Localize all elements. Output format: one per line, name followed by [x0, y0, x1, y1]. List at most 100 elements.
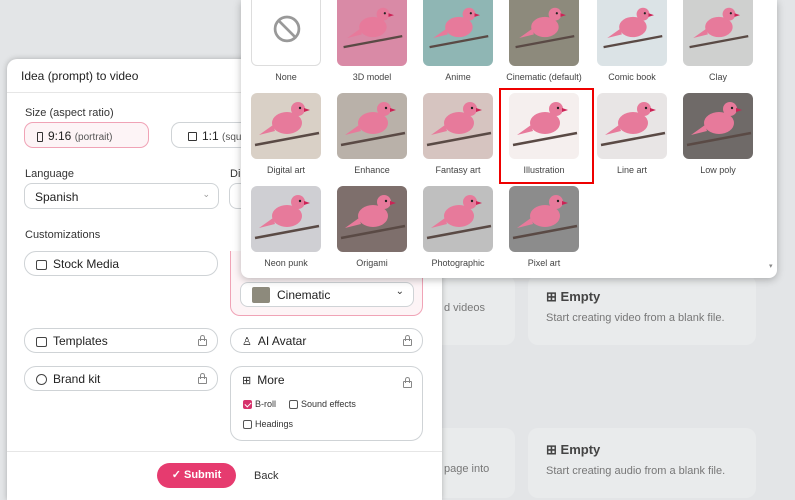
- checkbox-checked-icon: [243, 400, 252, 410]
- bird-illustration: [426, 195, 492, 240]
- style-label: Digital art: [266, 165, 305, 175]
- style-tile[interactable]: [251, 93, 321, 159]
- lock-icon: [403, 377, 412, 388]
- bird-illustration: [426, 102, 492, 147]
- person-icon: ♙: [242, 336, 252, 349]
- style-tile[interactable]: [597, 0, 667, 66]
- lock-icon: [198, 334, 207, 346]
- style-tile[interactable]: [509, 0, 579, 66]
- broll-checkbox[interactable]: B-roll: [243, 399, 277, 410]
- size-ratio: 1:1: [202, 129, 219, 143]
- selected-style-highlight: [499, 88, 594, 184]
- square-icon: [188, 132, 197, 142]
- bird-illustration: [343, 7, 403, 49]
- style-label: Clay: [708, 72, 727, 82]
- bird-illustration: [340, 195, 406, 240]
- language-select[interactable]: Spanish ⌄: [24, 183, 219, 209]
- style-label: Low poly: [700, 165, 736, 175]
- style-tile[interactable]: [683, 93, 753, 159]
- lock-icon: [198, 372, 207, 384]
- check-icon: ✓: [171, 469, 184, 481]
- style-tile[interactable]: [251, 186, 321, 252]
- back-button[interactable]: Back: [254, 470, 278, 482]
- templates-label: Templates: [53, 334, 108, 348]
- image-icon: [36, 259, 47, 270]
- style-label: Pixel art: [527, 258, 561, 268]
- style-label: Enhance: [354, 165, 390, 175]
- size-label: Size (aspect ratio): [25, 107, 114, 119]
- bird-illustration: [603, 7, 663, 49]
- language-value: Spanish: [35, 190, 79, 204]
- plus-square-icon: ⊞: [546, 289, 557, 304]
- bird-illustration: [254, 102, 320, 147]
- headings-label: Headings: [255, 419, 294, 429]
- style-tile[interactable]: [337, 93, 407, 159]
- style-label: Fantasy art: [435, 165, 481, 175]
- submit-button[interactable]: ✓ Submit: [157, 463, 236, 488]
- style-tile[interactable]: [423, 93, 493, 159]
- card-title: Empty: [560, 289, 601, 304]
- checkbox-icon: [289, 400, 298, 410]
- card-title: Empty: [560, 442, 601, 457]
- style-tile[interactable]: [337, 186, 407, 252]
- submit-label: Submit: [184, 469, 222, 481]
- language-label: Language: [25, 168, 74, 180]
- style-thumbnail: [252, 287, 270, 303]
- style-label: Line art: [616, 165, 648, 175]
- sound-effects-checkbox[interactable]: Sound effects: [289, 399, 356, 410]
- lock-icon: [403, 334, 412, 346]
- style-label: Anime: [445, 72, 471, 82]
- no-style-icon: [273, 15, 301, 43]
- style-label: Origami: [356, 258, 388, 268]
- size-option-portrait[interactable]: 9:16 (portrait): [24, 122, 149, 148]
- broll-label: B-roll: [255, 399, 277, 409]
- bird-illustration: [600, 102, 666, 147]
- scroll-down-icon[interactable]: ▾: [769, 262, 773, 270]
- style-select[interactable]: Cinematic ⌄: [240, 282, 414, 307]
- plus-square-icon: ⊞: [546, 442, 557, 457]
- style-value: Cinematic: [277, 288, 331, 302]
- style-label: Cinematic (default): [506, 72, 582, 82]
- bird-illustration: [689, 7, 749, 49]
- bg-partial-text: d videos: [444, 302, 485, 314]
- style-label: Comic book: [608, 72, 656, 82]
- bird-illustration: [512, 195, 578, 240]
- bird-illustration: [340, 102, 406, 147]
- ai-avatar-label: AI Avatar: [257, 334, 307, 348]
- templates-button[interactable]: Templates: [24, 328, 218, 353]
- sound-effects-label: Sound effects: [301, 399, 356, 409]
- footer-divider: [7, 451, 442, 452]
- style-label: None: [275, 72, 297, 82]
- style-tile[interactable]: [423, 0, 493, 66]
- empty-audio-card[interactable]: ⊞ Empty Start creating audio from a blan…: [528, 428, 756, 498]
- brand-kit-button[interactable]: Brand kit: [24, 366, 218, 391]
- size-desc: (squ: [222, 132, 242, 143]
- card-desc: Start creating audio from a blank file.: [546, 465, 726, 477]
- ai-avatar-button[interactable]: ♙ AI Avatar: [230, 328, 423, 353]
- style-tile[interactable]: [423, 186, 493, 252]
- style-label: Neon punk: [264, 258, 308, 268]
- palette-icon: [36, 374, 47, 386]
- size-ratio: 9:16: [48, 129, 72, 143]
- card-desc: Start creating video from a blank file.: [546, 312, 725, 324]
- style-tile[interactable]: [597, 93, 667, 159]
- bg-partial-text: page into: [444, 463, 490, 475]
- stock-media-label: Stock Media: [53, 257, 120, 271]
- bird-illustration: [429, 7, 489, 49]
- style-tile[interactable]: [509, 186, 579, 252]
- customizations-label: Customizations: [25, 229, 101, 241]
- more-label: More: [257, 373, 285, 387]
- size-desc: (portrait): [74, 132, 113, 143]
- style-tile[interactable]: [683, 0, 753, 66]
- templates-icon: [36, 336, 47, 347]
- grid-icon: ⊞: [242, 375, 252, 388]
- headings-checkbox[interactable]: Headings: [243, 419, 294, 430]
- bird-illustration: [515, 7, 575, 49]
- empty-video-card[interactable]: ⊞ Empty Start creating video from a blan…: [528, 275, 756, 345]
- bird-illustration: [254, 195, 320, 240]
- stock-media-button[interactable]: Stock Media: [24, 251, 218, 276]
- more-card: ⊞ More B-roll Sound effects Headings: [230, 366, 423, 441]
- style-tile[interactable]: [337, 0, 407, 66]
- dialog-title: Idea (prompt) to video: [21, 69, 139, 83]
- style-tile[interactable]: [251, 0, 321, 66]
